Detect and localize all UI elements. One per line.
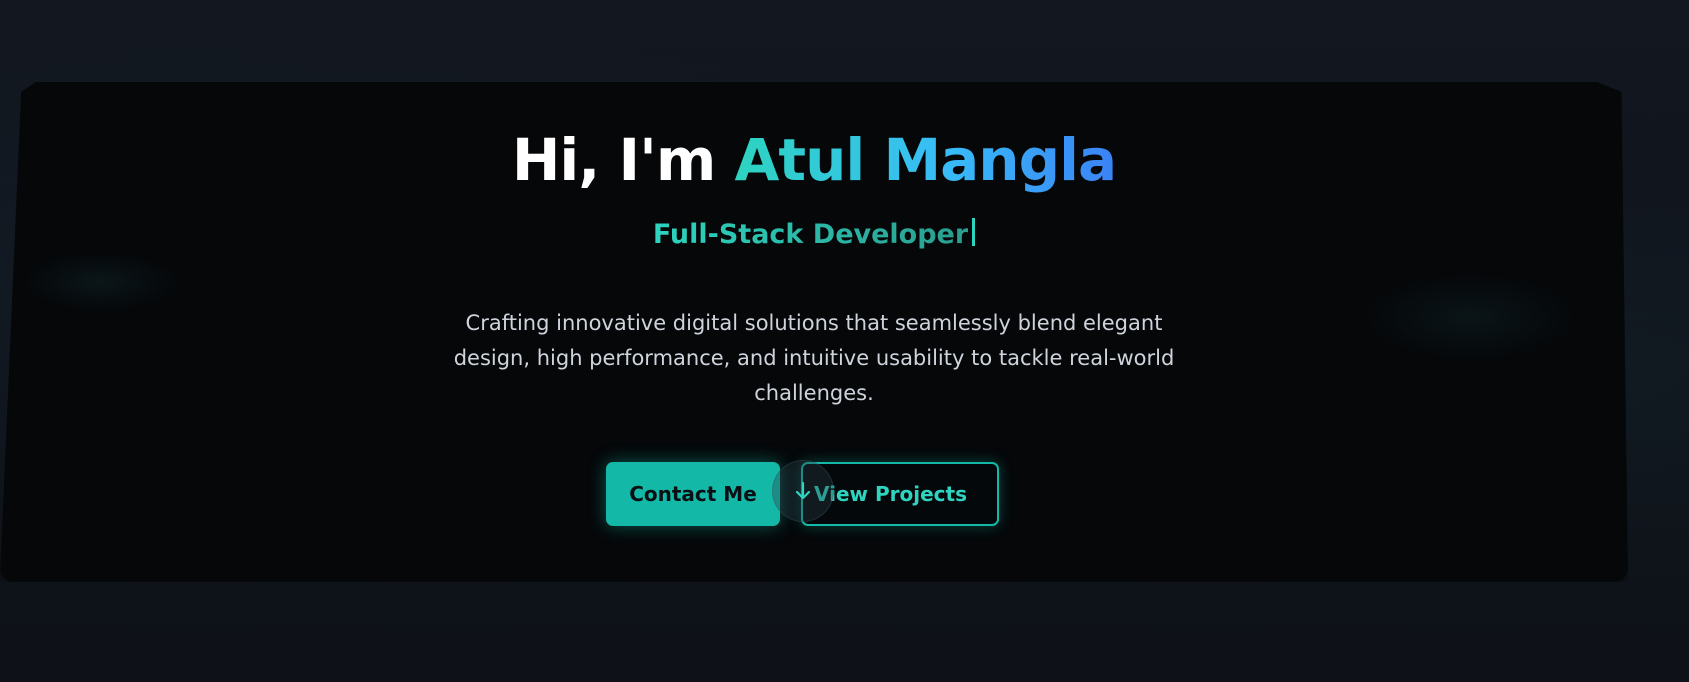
hero-name: Atul Mangla (734, 126, 1117, 194)
hero-content: Hi, I'm Atul Mangla Full-Stack Developer… (0, 82, 1628, 582)
role-text: Full-Stack Developer (652, 219, 969, 250)
greeting-text: Hi, I'm (511, 126, 735, 194)
hero-role: Full-Stack Developer (0, 218, 1628, 250)
typing-cursor (972, 218, 976, 246)
scroll-down-button[interactable] (772, 460, 834, 522)
decorative-glow-right (1360, 272, 1580, 362)
hero-description: Crafting innovative digital solutions th… (453, 311, 1175, 405)
view-projects-label: View Projects (814, 482, 967, 506)
decorative-glow-left (20, 252, 180, 312)
arrow-down-icon (795, 481, 811, 500)
contact-me-button[interactable]: Contact Me (606, 462, 780, 526)
hero-title: Hi, I'm Atul Mangla (0, 126, 1628, 194)
hero-section: Hi, I'm Atul Mangla Full-Stack Developer… (0, 82, 1628, 582)
